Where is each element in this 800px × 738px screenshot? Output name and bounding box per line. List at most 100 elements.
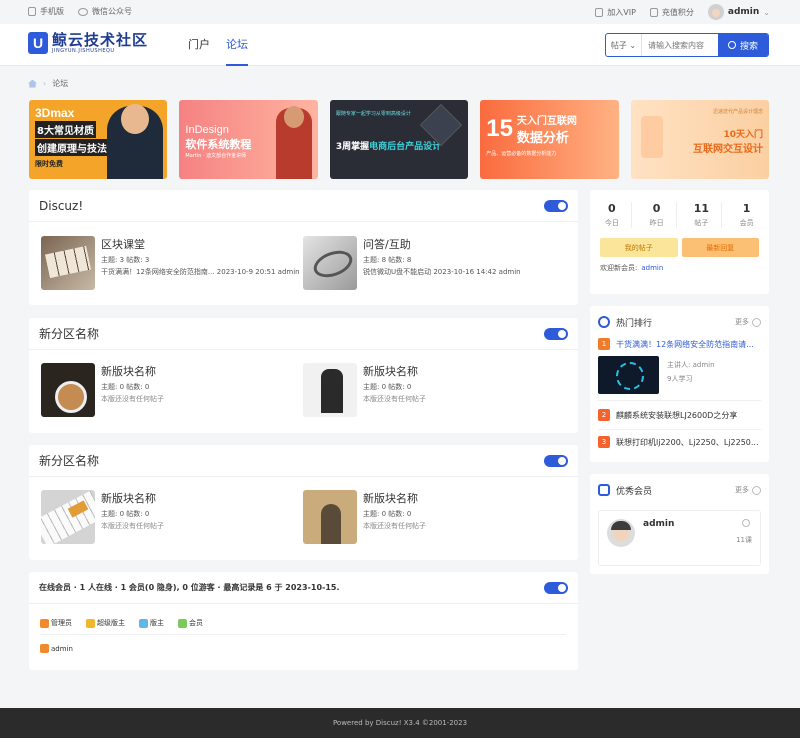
legend-member: 会员 [178,618,203,628]
wechat-link[interactable]: 微信公众号 [78,6,132,17]
forum-section: 新分区名称 新版块名称 主题: 0 帖数: 0 本版还没有任何帖子 新版块名称 … [29,318,578,433]
top-members-panel: 优秀会员 更多 admin 11课 [590,474,769,574]
member-name[interactable]: admin [643,519,674,529]
site-logo[interactable]: U 鲸云技术社区 JINGYUN.JISHUSHEQU [28,32,148,54]
avatar[interactable] [607,519,635,547]
stat-posts: 11 帖子 [682,202,722,228]
forum-name[interactable]: 区块课堂 [101,236,300,252]
new-member-link[interactable]: admin [641,264,663,272]
chevron-right-icon [752,485,761,495]
legend-super-mod: 超级版主 [86,618,125,628]
member-badge-icon [598,484,610,496]
forum-name[interactable]: 新版块名称 [363,363,426,379]
mobile-link[interactable]: 手机版 [28,6,64,17]
forum-last-post[interactable]: 锐信微动U盘不能启动 2023-10-16 14:42 admin [363,267,521,277]
banner-data-analysis[interactable]: 15 天入门互联网 数据分析 产品、运营必备的数据分析能力 [480,100,619,179]
coin-icon [649,7,658,17]
super-moderator-icon [86,618,95,628]
forum-name[interactable]: 新版块名称 [101,490,164,506]
banner-ecommerce[interactable]: 跟随专家一起学习从零到高级设计 3周掌握电商后台产品设计 [329,100,469,179]
moderator-icon [139,618,148,628]
forum-stats: 主题: 0 帖数: 0 [101,383,150,391]
member-icon [178,618,187,628]
forum-empty-note: 本版还没有任何帖子 [101,522,164,530]
search-category-select[interactable]: 帖子 ⌄ [606,34,642,56]
chevron-right-icon [752,317,761,327]
stat-today: 0 今日 [592,202,633,228]
section-toggle[interactable] [544,199,568,212]
online-legend: 管理员 超级版主 版主 会员 [40,618,203,628]
forum-item[interactable]: 问答/互助 主题: 8 帖数: 8 锐信微动U盘不能启动 2023-10-16 … [303,236,521,290]
instructor-image [275,106,312,179]
forum-item[interactable]: 新版块名称 主题: 0 帖数: 0 本版还没有任何帖子 [303,363,426,417]
forum-thumbnail[interactable] [41,490,95,544]
breadcrumb-forum[interactable]: 论坛 [52,78,68,89]
vip-icon [595,7,604,17]
member-count: 11课 [736,536,752,544]
forum-item[interactable]: 新版块名称 主题: 0 帖数: 0 本版还没有任何帖子 [41,490,164,544]
avatar [707,4,724,20]
section-toggle[interactable] [544,327,568,340]
forum-thumbnail[interactable] [41,363,95,417]
forum-last-post[interactable]: 干货满满！12条网络安全防范指南... 2023-10-9 20:51 admi… [101,267,300,277]
course-thumbnail[interactable] [598,356,659,394]
nav-forum[interactable]: 论坛 [226,24,248,66]
divider [40,634,566,635]
stats-panel: 0 今日 0 昨日 11 帖子 1 会员 我的帖子 最新回复 欢迎新会员: admin [590,190,769,294]
my-posts-button[interactable]: 我的帖子 [600,238,678,257]
banner-indesign[interactable]: InDesign 软件系统教程 Martin · 迪文部合作金讲师 [179,100,318,179]
forum-stats: 主题: 0 帖数: 0 [363,383,412,391]
online-summary: 在线会员 · 1 人在线 · 1 会员(0 隐身), 0 位游客 · 最高记录是… [39,583,340,592]
forum-item[interactable]: 新版块名称 主题: 0 帖数: 0 本版还没有任何帖子 [303,490,426,544]
hot-item[interactable]: 3 联想打印机lj2200、Lj2250、Lj2250... [590,436,769,448]
forum-item[interactable]: 新版块名称 主题: 0 帖数: 0 本版还没有任何帖子 [41,363,164,417]
nav-portal[interactable]: 门户 [188,24,210,66]
stat-members: 1 会员 [739,202,754,227]
forum-thumbnail[interactable] [41,236,95,290]
phone-graphic [640,116,663,158]
user-menu[interactable]: admin ⌄ [707,4,770,20]
banner-interaction-design[interactable]: 迅速迭代产品设计理念 10天入门 互联网交互设计 [630,100,770,179]
banner-3dmax[interactable]: 3Dmax 8大常见材质 创建原理与技法 限时免费 [29,100,168,179]
section-toggle[interactable] [544,454,568,467]
hot-ranking-panel: 热门排行 更多 1 干货满满！12条网络安全防范指南请... 主讲人: admin… [590,306,769,462]
search-button[interactable]: 搜索 [718,34,768,56]
search-input[interactable] [642,34,718,56]
logo-icon: U [28,32,48,54]
phone-icon [28,7,36,16]
forum-empty-note: 本版还没有任何帖子 [101,395,164,403]
forum-name[interactable]: 新版块名称 [101,363,164,379]
more-link[interactable]: 更多 [735,317,761,327]
main-nav: 门户 论坛 [188,24,248,66]
search-icon [727,41,736,49]
more-link[interactable]: 更多 [735,485,761,495]
forum-stats: 主题: 3 帖数: 3 [101,256,150,264]
forum-name[interactable]: 新版块名称 [363,490,426,506]
admin-icon [40,644,49,653]
forum-section: Discuz! 区块课堂 主题: 3 帖数: 3 干货满满！12条网络安全防范指… [29,190,578,305]
logo-text: 鲸云技术社区 [52,31,149,49]
forum-thumbnail[interactable] [303,363,357,417]
home-icon[interactable] [28,79,37,88]
online-user[interactable]: admin [40,644,73,653]
stat-yesterday: 0 昨日 [637,202,678,228]
forum-thumbnail[interactable] [303,236,357,290]
forum-stats: 主题: 0 帖数: 0 [101,510,150,518]
vip-link[interactable]: 加入VIP [595,7,636,18]
latest-replies-button[interactable]: 最新回复 [681,238,759,257]
hot-item[interactable]: 1 干货满满！12条网络安全防范指南请... [590,338,769,350]
forum-item[interactable]: 区块课堂 主题: 3 帖数: 3 干货满满！12条网络安全防范指南... 202… [41,236,300,290]
member-card[interactable]: admin 11课 [598,510,761,566]
legend-admin: 管理员 [40,618,72,628]
forum-thumbnail[interactable] [303,490,357,544]
forum-stats: 主题: 0 帖数: 0 [363,510,412,518]
online-toggle[interactable] [544,581,568,594]
forum-name[interactable]: 问答/互助 [363,236,521,252]
section-title: Discuz! [39,198,84,213]
footer: Powered by Discuz! X3.4 ©2001-2023 [0,708,800,738]
breadcrumb: › 论坛 [28,78,68,89]
hot-item[interactable]: 2 麒麟系统安装联想LJ2600D之分享 [590,409,769,421]
recharge-link[interactable]: 充值积分 [649,7,694,18]
forum-empty-note: 本版还没有任何帖子 [363,395,426,403]
panel-title: 优秀会员 [616,486,653,497]
